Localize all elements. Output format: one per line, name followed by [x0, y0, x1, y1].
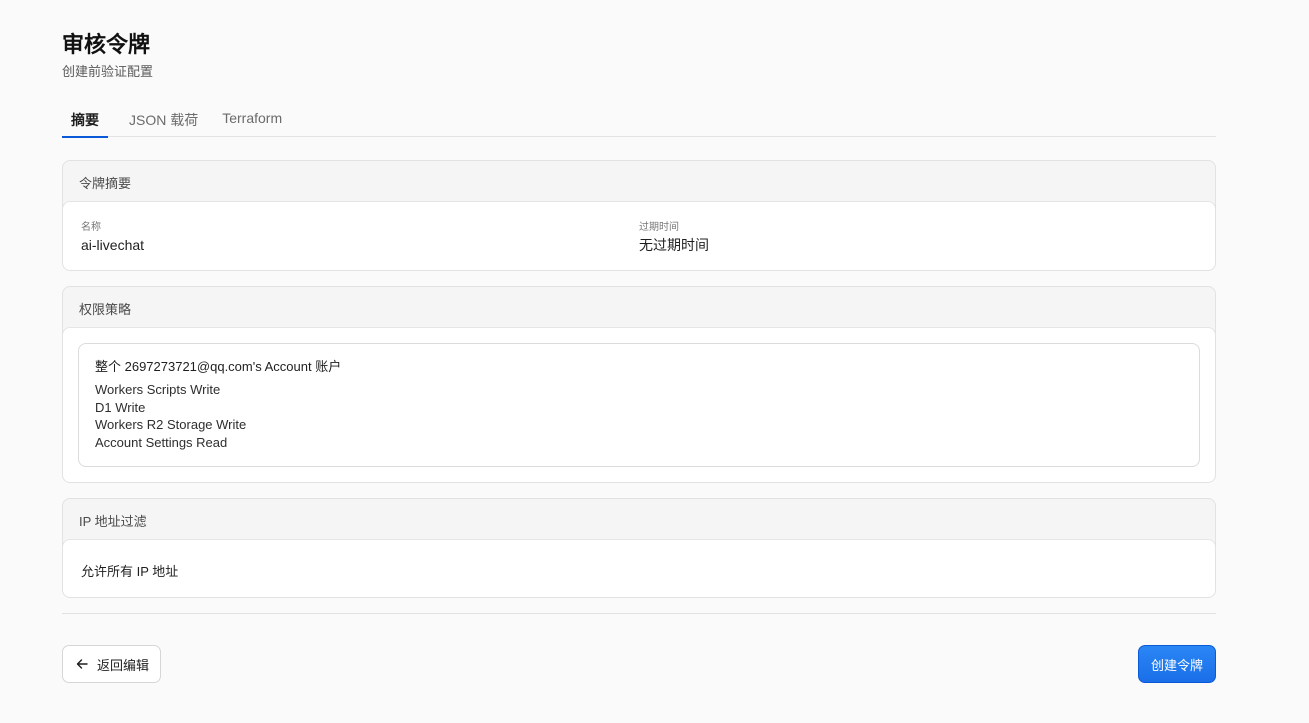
footer-actions: 返回编辑 创建令牌: [62, 645, 1216, 683]
arrow-left-icon: [75, 657, 89, 671]
permission-item: Workers R2 Storage Write: [95, 417, 247, 432]
tab-json-payload[interactable]: JSON 载荷: [120, 102, 207, 137]
back-to-edit-button[interactable]: 返回编辑: [62, 645, 162, 683]
permission-item: D1 Write: [95, 399, 146, 415]
create-token-button[interactable]: 创建令牌: [1137, 645, 1216, 683]
expiry-value: 无过期时间: [639, 237, 709, 253]
tab-summary[interactable]: 摘要: [62, 102, 108, 138]
permission-policy-body: 整个 2697273721@qq.com's Account 账户 Worker…: [63, 327, 1215, 482]
footer-divider: [62, 613, 1216, 614]
permission-policy-heading: 权限策略: [79, 302, 132, 317]
permission-scope: 整个 2697273721@qq.com's Account 账户: [95, 359, 342, 374]
page-subtitle: 创建前验证配置: [62, 64, 154, 79]
expiry-field: 过期时间 无过期时间: [639, 221, 1197, 270]
ip-filter-heading: IP 地址过滤: [79, 514, 147, 529]
back-to-edit-label: 返回编辑: [97, 657, 150, 673]
tab-terraform[interactable]: Terraform: [213, 102, 291, 137]
name-field: 名称 ai-livechat: [81, 221, 639, 270]
token-summary-body: 名称 ai-livechat 过期时间 无过期时间: [63, 201, 1215, 270]
token-summary-heading: 令牌摘要: [79, 176, 132, 191]
ip-filter-value: 允许所有 IP 地址: [63, 539, 1215, 597]
expiry-label: 过期时间: [639, 222, 679, 233]
name-label: 名称: [81, 222, 101, 233]
tab-bar: 摘要 JSON 载荷 Terraform: [62, 102, 1216, 138]
review-token-page: 审核令牌 创建前验证配置 摘要 JSON 载荷 Terraform 令牌摘要 名…: [62, 30, 1216, 683]
token-summary-card: 令牌摘要 名称 ai-livechat 过期时间 无过期时间: [62, 160, 1216, 271]
name-value: ai-livechat: [81, 237, 145, 253]
page-title: 审核令牌: [62, 32, 151, 57]
permission-group: 整个 2697273721@qq.com's Account 账户 Worker…: [78, 343, 1200, 467]
ip-filter-card: IP 地址过滤 允许所有 IP 地址: [62, 498, 1216, 598]
permission-item: Account Settings Read: [95, 434, 228, 450]
permission-item: Workers Scripts Write: [95, 382, 221, 397]
permission-policy-card: 权限策略 整个 2697273721@qq.com's Account 账户 W…: [62, 286, 1216, 483]
